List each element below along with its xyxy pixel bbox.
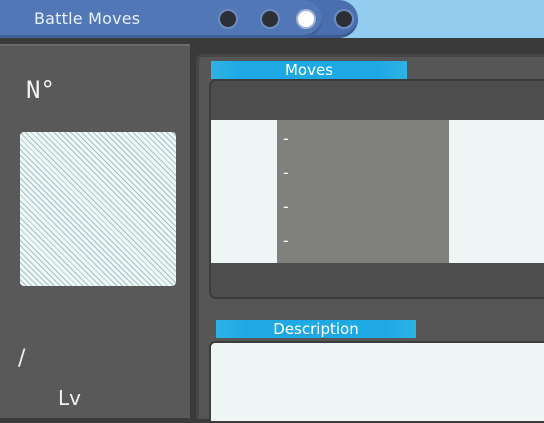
page-dot-icon[interactable] [336, 11, 352, 27]
screen-title: Battle Moves [34, 9, 141, 28]
hp-separator: / [18, 346, 26, 371]
level-label: Lv [58, 386, 81, 410]
page-dot-icon[interactable] [262, 11, 278, 27]
move-slot-2[interactable]: - [283, 165, 289, 181]
top-bar: Battle Moves [0, 0, 544, 38]
page-dot-active-icon[interactable] [298, 11, 314, 27]
sprite-placeholder [20, 132, 176, 286]
info-panel: N° / Lv [0, 44, 190, 418]
number-label: N° [26, 76, 55, 104]
moves-panel: Moves - - - - Description [196, 54, 544, 423]
moves-right-column [449, 120, 544, 263]
move-slot-1[interactable]: - [283, 131, 289, 147]
moves-left-column [211, 120, 277, 263]
description-box [209, 341, 544, 423]
moves-list: - - - - [209, 79, 544, 299]
page-dot-icon[interactable] [220, 11, 236, 27]
description-header: Description [216, 320, 416, 338]
moves-slot-column: - - - - [277, 120, 449, 263]
move-slot-3[interactable]: - [283, 199, 289, 215]
move-slot-4[interactable]: - [283, 233, 289, 249]
moves-header: Moves [211, 61, 407, 79]
